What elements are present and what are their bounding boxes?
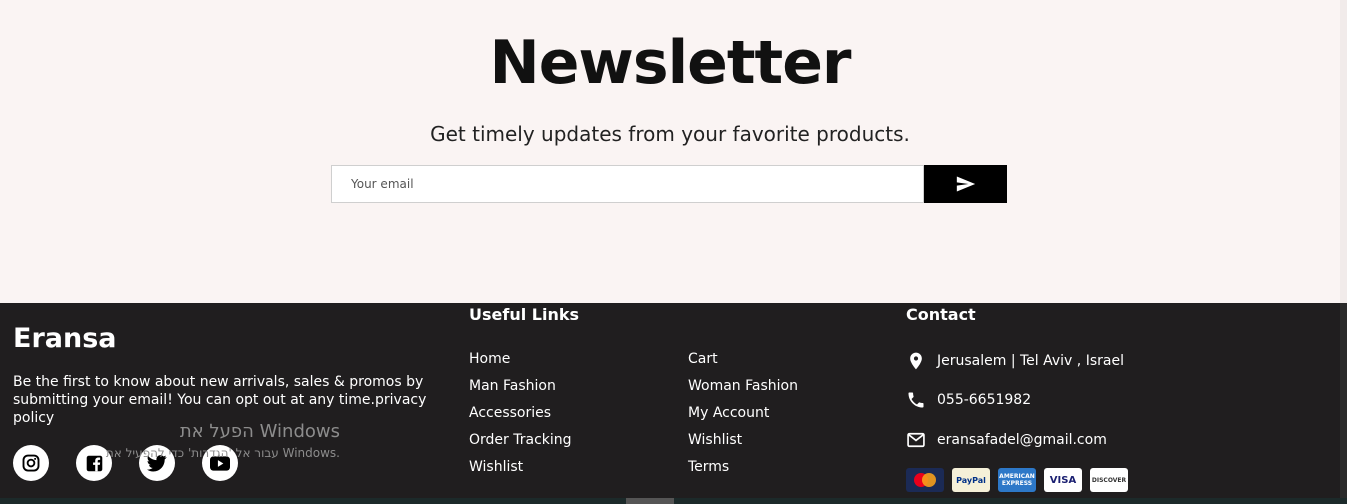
watermark-line1: הפעל את Windows — [179, 421, 340, 442]
contact-phone: 055-6651982 — [906, 390, 1031, 410]
newsletter-section: Newsletter Get timely updates from your … — [0, 0, 1347, 303]
footer-link-wishlist[interactable]: Wishlist — [469, 459, 572, 486]
footer-link-home[interactable]: Home — [469, 351, 572, 378]
contact-phone-text: 055-6651982 — [937, 392, 1032, 408]
watermark-line2: עבור אל 'הגדרות' כדי להפעיל את Windows. — [105, 446, 340, 460]
payment-methods: PayPal AMERICAN EXPRESS VISA DISCOVER — [906, 468, 1128, 492]
footer-link-cart[interactable]: Cart — [688, 351, 798, 378]
mastercard-icon — [906, 468, 944, 492]
contact-email: eransafadel@gmail.com — [906, 430, 1107, 450]
send-button[interactable] — [924, 165, 1007, 203]
paypal-icon: PayPal — [952, 468, 990, 492]
footer-brand: Eransa — [13, 323, 117, 354]
newsletter-title: Newsletter — [489, 28, 852, 98]
footer-link-woman-fashion[interactable]: Woman Fashion — [688, 378, 798, 405]
footer-link-terms[interactable]: Terms — [688, 459, 798, 486]
amex-icon: AMERICAN EXPRESS — [998, 468, 1036, 492]
discover-icon: DISCOVER — [1090, 468, 1128, 492]
contact-address-text: Jerusalem | Tel Aviv , Israel — [937, 353, 1124, 369]
footer-link-order-tracking[interactable]: Order Tracking — [469, 432, 572, 459]
useful-links-title: Useful Links — [469, 305, 580, 324]
footer-scrollbar-track — [1340, 303, 1347, 504]
footer-link-man-fashion[interactable]: Man Fashion — [469, 378, 572, 405]
footer-link-my-account[interactable]: My Account — [688, 405, 798, 432]
visa-icon: VISA — [1044, 468, 1082, 492]
useful-links-col1: Home Man Fashion Accessories Order Track… — [469, 351, 572, 486]
contact-address: Jerusalem | Tel Aviv , Israel — [906, 351, 1124, 371]
useful-links-col2: Cart Woman Fashion My Account Wishlist T… — [688, 351, 798, 486]
footer-link-wishlist-2[interactable]: Wishlist — [688, 432, 798, 459]
email-input[interactable] — [331, 165, 924, 203]
newsletter-subtitle: Get timely updates from your favorite pr… — [430, 122, 910, 146]
footer-brand-text: Be the first to know about new arrivals,… — [13, 374, 427, 426]
instagram-button[interactable] — [13, 445, 49, 481]
location-pin-icon — [910, 352, 922, 370]
horizontal-scrollbar-thumb[interactable] — [626, 498, 674, 504]
contact-email-text: eransafadel@gmail.com — [937, 432, 1107, 448]
footer-link-accessories[interactable]: Accessories — [469, 405, 572, 432]
instagram-icon — [22, 454, 40, 472]
footer: Eransa Be the first to know about new ar… — [0, 303, 1340, 504]
page-scrollbar[interactable] — [1340, 0, 1347, 303]
phone-icon — [908, 392, 924, 408]
newsletter-form — [331, 165, 1007, 203]
mail-icon — [907, 432, 925, 448]
windows-activation-watermark: הפעל את Windows עבור אל 'הגדרות' כדי להפ… — [60, 420, 340, 462]
contact-title: Contact — [906, 305, 976, 324]
send-icon — [956, 176, 975, 192]
